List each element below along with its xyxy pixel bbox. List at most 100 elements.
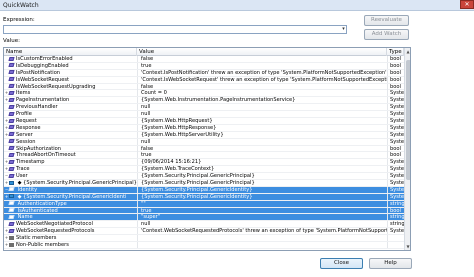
cell-type: bool — [387, 152, 404, 159]
table-row[interactable]: AuthenticationType "" string — [4, 200, 404, 208]
column-header-value[interactable]: Value — [137, 48, 387, 56]
close-button[interactable]: Close — [320, 258, 363, 269]
property-icon — [8, 173, 15, 178]
table-row[interactable]: +Response{System.Web.HttpResponse}System… — [4, 124, 404, 132]
scroll-thumb[interactable] — [406, 60, 410, 180]
row-name: ThreadAbortOnTimeout — [16, 152, 76, 159]
cell-type: bool — [387, 76, 404, 83]
row-name: Timestamp — [16, 159, 45, 166]
cell-value[interactable]: null — [137, 111, 387, 118]
cell-value[interactable]: null — [137, 221, 387, 228]
cell-value[interactable]: {System.Security.Principal.GenericIdenti… — [137, 186, 387, 193]
table-row[interactable]: + ◆ {System.Security.Principal.GenericPr… — [4, 180, 404, 187]
cell-value[interactable] — [137, 235, 387, 242]
scroll-down-icon[interactable]: ▼ — [405, 243, 410, 250]
cell-name: + ◆ {System.Security.Principal.GenericPr… — [4, 180, 137, 186]
cell-value[interactable]: true — [137, 152, 387, 159]
cell-value[interactable] — [137, 242, 387, 249]
table-row[interactable]: Session nullSystem.V — [4, 138, 404, 146]
table-row[interactable]: + Non-Public members — [4, 242, 404, 249]
cell-value[interactable]: 'Context.IsPostNotification' threw an ex… — [137, 69, 387, 76]
bold-icon — [9, 235, 14, 240]
expression-input[interactable] — [3, 25, 347, 34]
table-row[interactable]: IsDebuggingEnabled true bool — [4, 62, 404, 70]
chevron-down-icon[interactable]: ▾ — [340, 26, 347, 33]
row-name: Trace — [16, 166, 30, 173]
table-row[interactable]: + Static members — [4, 235, 404, 243]
help-button[interactable]: Help — [369, 258, 412, 269]
window-close-button[interactable]: ✕ — [460, 0, 474, 9]
table-row[interactable]: +Trace{System.Web.TraceContext}System.V — [4, 166, 404, 174]
cell-value[interactable]: Count = 0 — [137, 90, 387, 97]
table-row[interactable]: IsWebSocketRequestUpgrading false bool — [4, 83, 404, 91]
cell-type: System.C — [387, 90, 404, 97]
column-header-type[interactable]: Type — [387, 48, 404, 56]
cell-value[interactable]: {System.Security.Principal.GenericPrinci… — [137, 180, 387, 187]
cell-value[interactable]: null — [137, 104, 387, 111]
cell-type: string — [387, 200, 404, 207]
cell-value[interactable]: 'Context.IsWebSocketRequest' threw an ex… — [137, 76, 387, 83]
cell-value[interactable]: {System.Security.Principal.GenericPrinci… — [137, 173, 387, 180]
table-row[interactable]: − Identity {System.Security.Principal.Gen… — [4, 186, 404, 194]
cell-value[interactable]: {System.Web.TraceContext} — [137, 166, 387, 173]
reevaluate-button[interactable]: Reevaluate — [364, 15, 409, 26]
add-watch-button[interactable]: Add Watch — [364, 29, 409, 40]
cell-name: + Non-Public members — [4, 242, 137, 248]
cell-value[interactable]: false — [137, 145, 387, 152]
cell-type: System.V — [387, 131, 404, 138]
cell-name: Name — [4, 214, 137, 220]
title-bar[interactable]: QuickWatch ✕ — [0, 0, 474, 11]
row-name: User — [16, 173, 28, 180]
table-row[interactable]: IsWebSocketRequest 'Context.IsWebSocketRe… — [4, 76, 404, 84]
cell-name: IsDebuggingEnabled — [4, 63, 137, 69]
cell-value[interactable]: false — [137, 83, 387, 90]
cell-value[interactable]: "" — [137, 200, 387, 207]
cell-value[interactable]: "super" — [137, 214, 387, 221]
row-name: Server — [16, 131, 33, 138]
cell-name: WebSocketNegotiatedProtocol — [4, 221, 137, 227]
grid-header: Name Value Type — [4, 48, 404, 56]
cell-value[interactable]: {System.Security.Principal.GenericIdenti… — [137, 193, 387, 200]
cell-value[interactable]: 'Context.WebSocketRequestedProtocols' th… — [137, 228, 387, 235]
cell-value[interactable]: false — [137, 56, 387, 62]
table-row[interactable]: Name "super" string — [4, 214, 404, 222]
row-name: IsDebuggingEnabled — [16, 62, 69, 69]
table-row[interactable]: IsCustomErrorEnabled false bool — [4, 56, 404, 63]
cell-value[interactable]: true — [137, 207, 387, 214]
table-row[interactable]: +Request{System.Web.HttpRequest}System.V — [4, 118, 404, 125]
table-row[interactable]: IsAuthenticated true bool — [4, 207, 404, 215]
cell-value[interactable]: true — [137, 62, 387, 69]
vertical-scrollbar[interactable]: ▲ ▼ — [404, 48, 410, 250]
table-row[interactable]: + PageInstrumentation {System.Web.Instrume… — [4, 97, 404, 105]
table-row[interactable]: Profile nullSystem.V — [4, 111, 404, 119]
cell-name: + WebSocketRequestedProtocols — [4, 228, 137, 234]
scroll-up-icon[interactable]: ▲ — [405, 48, 410, 55]
column-header-name[interactable]: Name — [4, 48, 137, 56]
cell-type: System.S — [387, 186, 404, 193]
table-row[interactable]: + Server {System.Web.HttpServerUtility} Sys… — [4, 131, 404, 139]
table-row[interactable]: WebSocketNegotiatedProtocol null string — [4, 221, 404, 229]
bold-icon — [9, 242, 14, 247]
table-row[interactable]: PreviousHandler nullSystem.V — [4, 104, 404, 112]
property-icon — [8, 214, 15, 219]
cell-name: + ◆ {System.Security.Principal.GenericId… — [4, 194, 137, 200]
cell-value[interactable]: null — [137, 138, 387, 145]
table-row[interactable]: − User {System.Security.Principal.GenericP… — [4, 173, 404, 181]
row-name: AuthenticationType — [16, 200, 67, 207]
table-row[interactable]: + WebSocketRequestedProtocols 'Context.Web… — [4, 228, 404, 236]
cell-name: ThreadAbortOnTimeout — [4, 152, 137, 158]
table-row[interactable]: ThreadAbortOnTimeout true bool — [4, 152, 404, 160]
table-row[interactable]: +Timestamp{09/06/2014 15:16:21}System.I — [4, 159, 404, 167]
cell-value[interactable]: {System.Web.HttpRequest} — [137, 118, 387, 125]
cell-value[interactable]: {System.Web.HttpServerUtility} — [137, 131, 387, 138]
table-row[interactable]: +ItemsCount = 0System.C — [4, 90, 404, 98]
table-row[interactable]: SkipAuthorization false bool — [4, 145, 404, 153]
table-row[interactable]: + ◆ {System.Security.Principal.GenericId… — [4, 193, 404, 201]
cell-value[interactable]: {09/06/2014 15:16:21} — [137, 159, 387, 166]
cell-type: System.S — [387, 173, 404, 180]
cell-type — [387, 235, 404, 242]
cell-value[interactable]: {System.Web.HttpResponse} — [137, 124, 387, 131]
cell-value[interactable]: {System.Web.Instrumentation.PageInstrume… — [137, 97, 387, 104]
table-row[interactable]: IsPostNotification 'Context.IsPostNotific… — [4, 69, 404, 77]
property-icon — [8, 56, 15, 61]
